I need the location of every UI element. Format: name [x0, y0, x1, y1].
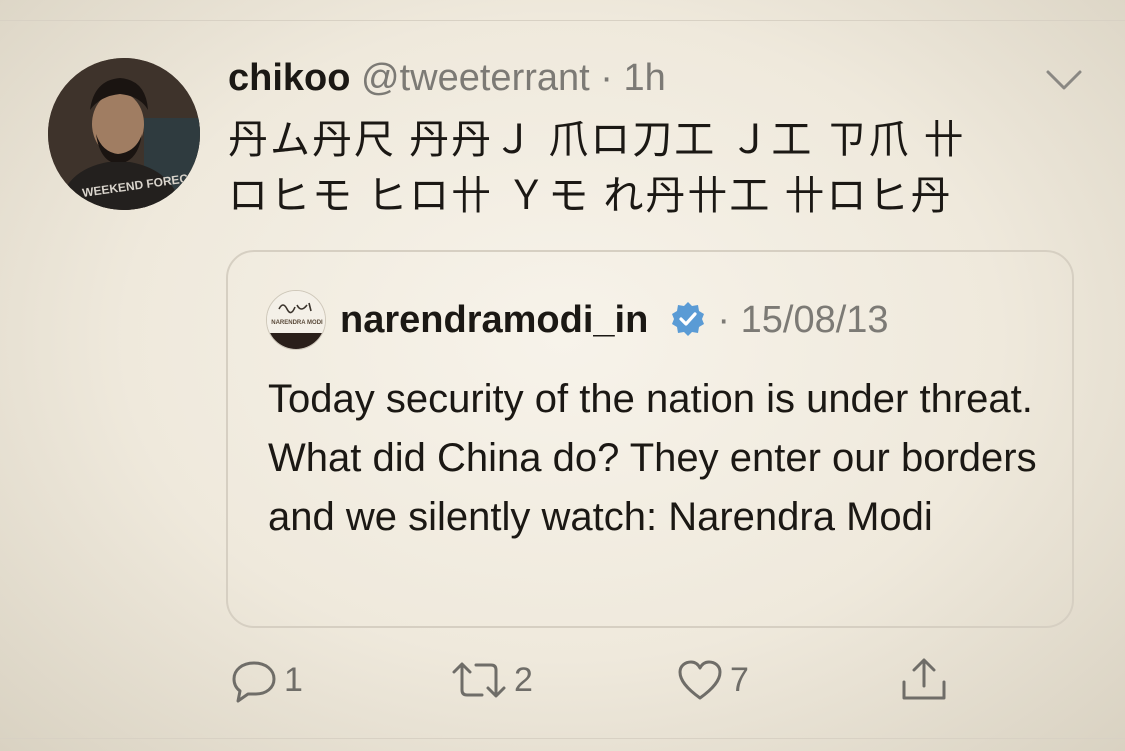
quoted-avatar[interactable]: NARENDRA MODI [266, 290, 326, 350]
reply-icon [232, 661, 276, 703]
tweet-menu-button[interactable] [1044, 66, 1084, 94]
verified-badge-icon [671, 302, 704, 336]
quoted-date[interactable]: 15/08/13 [741, 299, 889, 341]
retweet-count: 2 [514, 660, 533, 699]
tweet-text-line: ロヒモ ヒロ卄 Ｙモ れ丹卄工 卄ロヒ丹 [228, 174, 953, 218]
chevron-down-icon [1046, 70, 1082, 90]
reply-count: 1 [284, 660, 303, 699]
tweet-time[interactable]: 1h [623, 57, 665, 99]
header-separator: · [600, 57, 613, 99]
avatar-photo: WEEKEND FORECAST [48, 58, 200, 210]
tweet-text-line: 丹ム丹尺 丹丹Ｊ 爪ロ刀工 Ｊ工 ㄗ爪 卄 [228, 118, 966, 162]
tweet-text: 丹ム丹尺 丹丹Ｊ 爪ロ刀工 Ｊ工 ㄗ爪 卄 ロヒモ ヒロ卄 Ｙモ れ丹卄工 卄ロ… [228, 112, 1088, 224]
signature-logo-icon: NARENDRA MODI [267, 291, 325, 349]
quoted-header: narendramodi_in · 15/08/13 [340, 298, 889, 342]
reply-button[interactable]: 1 [230, 656, 303, 704]
top-divider [0, 20, 1125, 21]
retweet-icon [452, 662, 506, 698]
bottom-divider [0, 738, 1125, 739]
tweet-header: chikoo @tweeterrant · 1h [228, 56, 666, 100]
quoted-text: Today security of the nation is under th… [268, 377, 1037, 539]
like-button[interactable]: 7 [676, 656, 749, 704]
avatar-caption: NARENDRA MODI [271, 320, 323, 326]
quoted-tweet-card[interactable]: NARENDRA MODI narendramodi_in · 15/08/13… [226, 250, 1074, 628]
quoted-user-name[interactable]: narendramodi_in [340, 299, 648, 341]
share-button[interactable] [898, 656, 950, 704]
user-name[interactable]: chikoo [228, 57, 350, 99]
quoted-separator: · [717, 299, 731, 341]
share-icon [902, 658, 946, 700]
avatar-portrait-icon: WEEKEND FORECAST [48, 58, 200, 210]
user-handle[interactable]: @tweeterrant [361, 57, 590, 99]
user-avatar[interactable]: WEEKEND FORECAST [48, 58, 200, 210]
heart-icon [678, 660, 722, 700]
like-count: 7 [730, 660, 749, 699]
retweet-button[interactable]: 2 [450, 656, 533, 704]
